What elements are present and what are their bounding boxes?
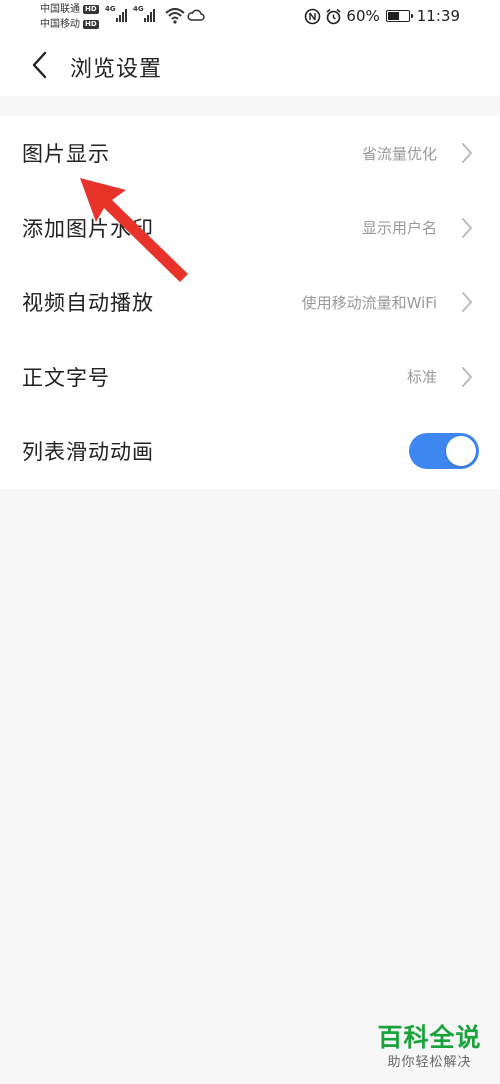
status-bar: 中国联通 HD 中国移动 HD 4G 4G 60% 11:39 bbox=[0, 0, 500, 36]
list-animation-toggle[interactable] bbox=[409, 433, 479, 470]
alarm-icon bbox=[326, 8, 341, 24]
wifi-icon bbox=[165, 8, 185, 24]
signal-icon: 4G bbox=[105, 5, 127, 22]
nfc-icon bbox=[305, 8, 321, 24]
page-header: 浏览设置 bbox=[0, 36, 500, 96]
setting-image-watermark[interactable]: 添加图片水印 显示用户名 bbox=[0, 191, 500, 266]
chevron-right-icon bbox=[462, 217, 472, 238]
toggle-knob bbox=[446, 436, 476, 467]
network-tag-1: 4G bbox=[105, 5, 116, 13]
status-right: 60% 11:39 bbox=[304, 7, 460, 25]
watermark-subtitle: 助你轻松解决 bbox=[387, 1055, 472, 1070]
watermark-logo: 百科全说 助你轻松解决 bbox=[369, 1022, 490, 1078]
network-tag-2: 4G bbox=[133, 5, 144, 13]
battery-percent: 60% bbox=[346, 7, 380, 25]
setting-label: 列表滑动动画 bbox=[22, 440, 154, 465]
setting-video-autoplay[interactable]: 视频自动播放 使用移动流量和WiFi bbox=[0, 265, 500, 340]
setting-value: 使用移动流量和WiFi bbox=[301, 293, 437, 312]
carrier-name-1: 中国联通 bbox=[40, 4, 80, 15]
carrier-name-2: 中国移动 bbox=[40, 19, 80, 30]
setting-value: 标准 bbox=[406, 368, 437, 387]
settings-list: 图片显示 省流量优化 添加图片水印 显示用户名 视频自动播放 使用移动流量和Wi… bbox=[0, 116, 500, 489]
setting-label: 添加图片水印 bbox=[22, 216, 154, 241]
hd-badge-1: HD bbox=[83, 5, 99, 14]
chevron-left-icon[interactable] bbox=[28, 50, 52, 80]
setting-label: 正文字号 bbox=[22, 365, 110, 390]
clock-time: 11:39 bbox=[416, 7, 460, 25]
battery-fill bbox=[387, 12, 399, 20]
setting-value: 省流量优化 bbox=[361, 144, 437, 163]
signal-group: 4G 4G bbox=[105, 5, 155, 22]
setting-image-display[interactable]: 图片显示 省流量优化 bbox=[0, 116, 500, 191]
signal-icon: 4G bbox=[133, 5, 155, 22]
battery-icon bbox=[385, 10, 413, 22]
setting-font-size[interactable]: 正文字号 标准 bbox=[0, 340, 500, 415]
setting-list-animation: 列表滑动动画 bbox=[0, 414, 500, 489]
watermark-title: 百科全说 bbox=[377, 1023, 482, 1052]
page-title: 浏览设置 bbox=[70, 57, 163, 82]
chevron-right-icon bbox=[462, 143, 472, 164]
chevron-right-icon bbox=[462, 366, 472, 387]
hd-badge-2: HD bbox=[83, 20, 99, 29]
carrier-info: 中国联通 HD 中国移动 HD bbox=[40, 2, 99, 32]
setting-label: 视频自动播放 bbox=[22, 291, 154, 316]
setting-label: 图片显示 bbox=[22, 142, 110, 167]
cloud-icon bbox=[187, 9, 205, 21]
chevron-right-icon bbox=[462, 292, 472, 313]
setting-value: 显示用户名 bbox=[361, 219, 437, 238]
